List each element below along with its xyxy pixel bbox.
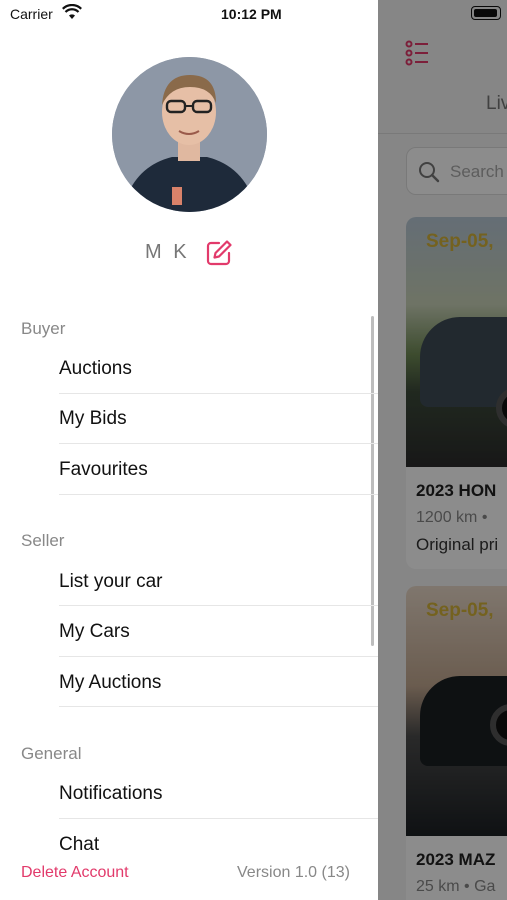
- menu-item-my-cars[interactable]: My Cars: [59, 608, 378, 658]
- search-placeholder: Search: [450, 162, 504, 181]
- car-mileage: 1200 km •: [416, 509, 488, 526]
- background-app: Liv Search Sep-05, 2023 HON 1200 km • Or…: [378, 0, 507, 900]
- car-title: 2023 HON: [416, 481, 497, 500]
- menu-item-auctions[interactable]: Auctions: [59, 345, 378, 395]
- car-mileage: 25 km • Ga: [416, 878, 496, 895]
- menu-divider: [59, 494, 378, 495]
- battery-icon: [471, 6, 501, 20]
- status-bar: Carrier 10:12 PM: [0, 0, 378, 30]
- menu-item-my-bids[interactable]: My Bids: [59, 395, 378, 445]
- car-price: Original pri: [416, 535, 499, 554]
- section-title-seller: Seller: [21, 531, 65, 550]
- tab-live[interactable]: Liv: [486, 93, 507, 115]
- carrier-label: Carrier: [10, 6, 53, 22]
- menu-item-notifications[interactable]: Notifications: [59, 770, 378, 820]
- search-icon: [419, 162, 440, 183]
- car-title: 2023 MAZ: [416, 850, 496, 869]
- menu-divider: [59, 393, 378, 394]
- auction-date: Sep-05,: [426, 600, 494, 621]
- menu-divider: [59, 656, 378, 657]
- wifi-icon: [62, 4, 82, 19]
- auction-card[interactable]: Sep-05, 2023 HON 1200 km • Original pri: [406, 217, 507, 569]
- car-photo: [406, 217, 507, 467]
- menu-divider: [59, 818, 378, 819]
- user-name: M K: [145, 241, 190, 263]
- menu-item-favourites[interactable]: Favourites: [59, 446, 378, 496]
- menu-item-chat[interactable]: Chat: [59, 821, 378, 853]
- car-photo: [406, 586, 507, 836]
- avatar[interactable]: [112, 57, 267, 212]
- auction-date: Sep-05,: [426, 231, 494, 252]
- menu-divider: [59, 706, 378, 707]
- delete-account-button[interactable]: Delete Account: [21, 864, 129, 882]
- version-label: Version 1.0 (13): [237, 864, 350, 881]
- menu-divider: [59, 605, 378, 606]
- edit-icon[interactable]: [205, 239, 233, 267]
- menu-divider: [59, 443, 378, 444]
- tab-divider: [378, 133, 507, 134]
- section-title-buyer: Buyer: [21, 319, 66, 338]
- side-drawer: M K Buyer Auctions My Bids Favourites Se…: [0, 0, 378, 900]
- status-time: 10:12 PM: [221, 6, 282, 22]
- section-title-general: General: [21, 744, 82, 763]
- auction-card[interactable]: Sep-05, 2023 MAZ 25 km • Ga: [406, 586, 507, 900]
- menu-item-list-your-car[interactable]: List your car: [59, 558, 378, 608]
- list-filter-icon[interactable]: [405, 40, 429, 66]
- menu-item-my-auctions[interactable]: My Auctions: [59, 659, 378, 709]
